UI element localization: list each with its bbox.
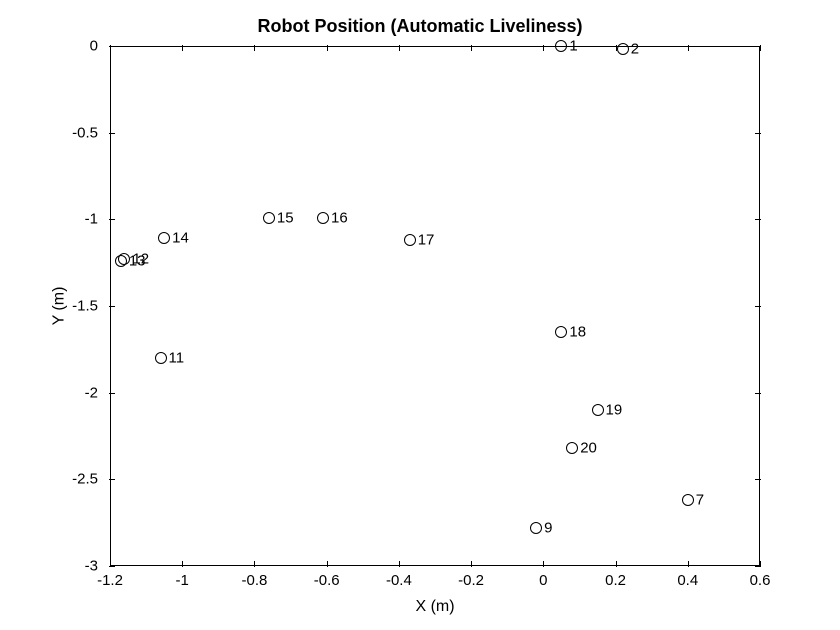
data-point (566, 442, 578, 454)
axes-box (110, 46, 760, 566)
y-tick (755, 306, 761, 307)
y-tick (755, 46, 761, 47)
data-point-label: 20 (580, 440, 597, 457)
x-tick (327, 561, 328, 567)
x-tick (399, 561, 400, 567)
axes: -1.2-1-0.8-0.6-0.4-0.200.20.40.6 -3-2.5-… (110, 46, 760, 566)
data-point (115, 255, 127, 267)
data-point-label: 11 (169, 350, 185, 367)
data-point-label: 9 (544, 519, 552, 536)
data-point-label: 16 (331, 209, 348, 226)
y-tick-label: -1 (85, 211, 98, 228)
data-point-label: 13 (129, 252, 146, 269)
data-point-label: 7 (696, 492, 704, 509)
x-tick (688, 45, 689, 51)
data-point-label: 1 (569, 38, 577, 55)
y-tick-label: -3 (85, 558, 98, 575)
y-tick-label: -1.5 (72, 298, 98, 315)
y-tick (109, 219, 115, 220)
x-tick (182, 561, 183, 567)
data-point (155, 352, 167, 364)
data-point (317, 212, 329, 224)
data-point (555, 40, 567, 52)
x-tick-label: -0.4 (386, 572, 412, 589)
data-point (158, 232, 170, 244)
x-tick-label: 0.6 (750, 572, 771, 589)
data-point-label: 2 (631, 41, 639, 58)
y-tick (109, 306, 115, 307)
x-tick (182, 45, 183, 51)
x-tick (254, 561, 255, 567)
x-tick-label: -1 (176, 572, 189, 589)
x-tick (327, 45, 328, 51)
x-tick (543, 45, 544, 51)
chart-title: Robot Position (Automatic Liveliness) (0, 16, 840, 37)
y-tick-label: -0.5 (72, 124, 98, 141)
x-tick-label: -0.6 (314, 572, 340, 589)
x-tick-label: -0.8 (242, 572, 268, 589)
y-tick (755, 393, 761, 394)
x-tick (688, 561, 689, 567)
y-tick (109, 133, 115, 134)
data-point-label: 14 (172, 230, 189, 247)
figure: Robot Position (Automatic Liveliness) -1… (0, 0, 840, 630)
data-point-label: 19 (606, 402, 623, 419)
data-point (263, 212, 275, 224)
x-tick (616, 561, 617, 567)
y-tick (109, 479, 115, 480)
data-point (555, 326, 567, 338)
y-tick (109, 566, 115, 567)
y-tick (755, 133, 761, 134)
y-tick-label: -2 (85, 384, 98, 401)
data-point (530, 522, 542, 534)
y-tick (109, 46, 115, 47)
x-tick-label: -0.2 (458, 572, 484, 589)
data-point-label: 18 (569, 324, 586, 341)
y-tick (109, 393, 115, 394)
data-point (592, 404, 604, 416)
x-tick-label: 0 (539, 572, 547, 589)
y-tick (755, 479, 761, 480)
y-tick (755, 566, 761, 567)
y-tick-label: 0 (90, 38, 98, 55)
x-tick-label: 0.2 (605, 572, 626, 589)
x-tick-label: -1.2 (97, 572, 123, 589)
data-point (617, 43, 629, 55)
data-point-label: 15 (277, 209, 294, 226)
y-tick (755, 219, 761, 220)
y-axis-label: Y (m) (50, 287, 68, 326)
x-tick (399, 45, 400, 51)
x-tick-label: 0.4 (677, 572, 698, 589)
x-tick (471, 561, 472, 567)
x-axis-label: X (m) (415, 598, 454, 616)
y-tick-label: -2.5 (72, 471, 98, 488)
x-tick (254, 45, 255, 51)
data-point-label: 17 (418, 232, 435, 249)
x-tick (471, 45, 472, 51)
x-tick (543, 561, 544, 567)
data-point (404, 234, 416, 246)
data-point (682, 494, 694, 506)
